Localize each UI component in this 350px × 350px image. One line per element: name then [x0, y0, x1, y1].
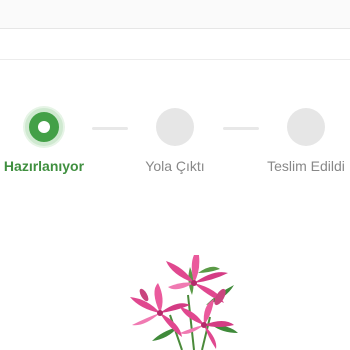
- lily-flower-bouquet-icon: [130, 249, 238, 350]
- step-indicator-active-icon: [25, 108, 63, 146]
- step-label-delivered: Teslim Edildi: [267, 158, 345, 174]
- step-label-preparing: Hazırlanıyor: [3, 158, 85, 174]
- step-preparing: Hazırlanıyor: [0, 100, 104, 190]
- step-indicator-pending-icon: [287, 108, 325, 146]
- step-indicator-pending-icon: [156, 108, 194, 146]
- step-shipped: Yola Çıktı: [115, 100, 235, 190]
- top-bar: [0, 0, 350, 29]
- order-progress-stepper: Hazırlanıyor Yola Çıktı Teslim Edildi: [0, 100, 350, 190]
- product-image: [122, 249, 242, 350]
- header-divider: [0, 59, 350, 60]
- step-label-shipped: Yola Çıktı: [145, 158, 205, 174]
- order-status-page: Hazırlanıyor Yola Çıktı Teslim Edildi: [0, 0, 350, 350]
- step-delivered: Teslim Edildi: [246, 100, 350, 190]
